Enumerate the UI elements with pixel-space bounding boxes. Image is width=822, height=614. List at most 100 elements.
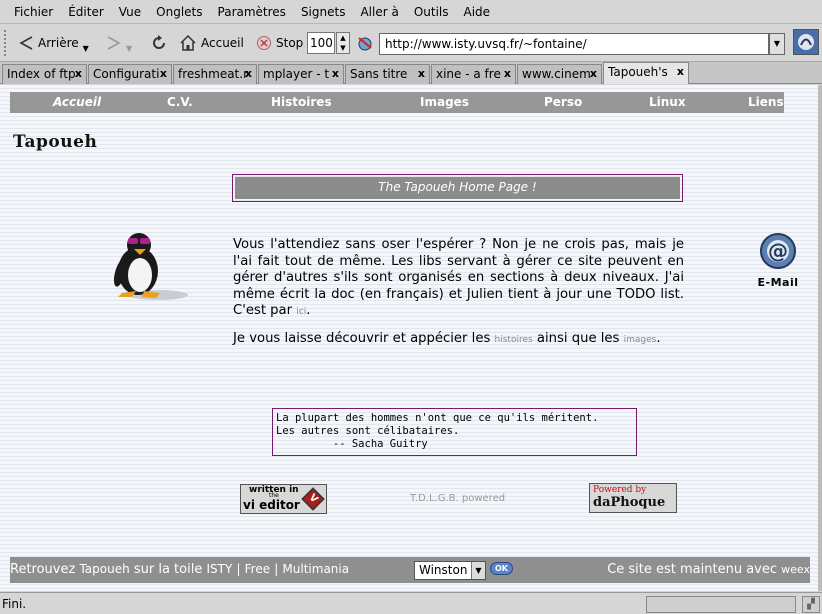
tab-label: Sans titre (350, 67, 408, 81)
email-at-icon: @ (760, 233, 796, 269)
select-dropdown-icon[interactable]: ▼ (471, 562, 485, 579)
phoque-badge-line1: Powered by (593, 485, 647, 495)
resize-grip-icon[interactable]: ▞ (802, 596, 820, 613)
menu-editer[interactable]: Éditer (68, 5, 104, 19)
url-history-dropdown-icon[interactable]: ▼ (769, 33, 785, 55)
vi-editor-badge[interactable]: written in the vi editor V (240, 484, 327, 514)
menu-fichier[interactable]: Fichier (14, 5, 53, 19)
tab-xine[interactable]: xine - a fre x (431, 64, 516, 84)
zoom-up-icon[interactable]: ▲ (337, 33, 349, 43)
intro-ici-link[interactable]: ici (296, 307, 306, 317)
quote-box: La plupart des hommes n'ont que ce qu'il… (272, 408, 637, 456)
back-history-dropdown-icon[interactable]: ▼ (83, 44, 89, 53)
footer-maintained-text: Ce site est maintenu avec (607, 562, 777, 577)
reload-button[interactable] (150, 32, 172, 54)
forward-button[interactable]: ▼ (106, 32, 132, 54)
tab-close-icon[interactable]: x (504, 65, 511, 83)
stop-button[interactable]: Stop (256, 32, 303, 54)
home-button-label: Accueil (201, 36, 244, 50)
nav-liens[interactable]: Liens (748, 95, 784, 109)
url-input[interactable]: http://www.isty.uvsq.fr/~fontaine/ (379, 33, 769, 55)
footer-weex-link[interactable]: weex (781, 563, 810, 576)
tab-label: www.cinem (522, 67, 591, 81)
intro-text: Vous l'attendiez sans oser l'espérer ? N… (233, 237, 684, 318)
page-footer: Retrouvez Tapoueh sur la toile ISTY | Fr… (10, 557, 810, 583)
menu-outils[interactable]: Outils (414, 5, 449, 19)
tab-close-icon[interactable]: x (160, 65, 167, 83)
menu-bar: Fichier Éditer Vue Onglets Paramètres Si… (0, 0, 822, 24)
nav-perso[interactable]: Perso (544, 95, 582, 109)
footer-retrouvez: Retrouvez (10, 562, 76, 577)
footer-maintained: Ce site est maintenu avec weex (607, 562, 810, 577)
tab-sans-titre[interactable]: Sans titre x (345, 64, 430, 84)
zoom-down-icon[interactable]: ▼ (337, 43, 349, 53)
menu-onglets[interactable]: Onglets (156, 5, 202, 19)
page-scrollbar-edge[interactable] (818, 85, 822, 591)
zoom-stepper[interactable]: ▲ ▼ (336, 32, 350, 54)
tab-close-icon[interactable]: x (75, 65, 82, 83)
reload-icon (153, 35, 165, 49)
images-link[interactable]: images (624, 335, 657, 345)
back-button[interactable]: Arrière ▼ (18, 32, 89, 54)
nav-histoires[interactable]: Histoires (271, 95, 332, 109)
nav-cv[interactable]: C.V. (167, 95, 193, 109)
theme-select[interactable]: Winston ▼ (414, 561, 486, 580)
tab-close-icon[interactable]: x (677, 63, 684, 81)
footer-sur-la-toile: sur la toile (133, 562, 203, 577)
tab-close-icon[interactable]: x (332, 65, 339, 83)
email-link[interactable]: @ E-Mail (750, 231, 806, 289)
discover-text-mid: ainsi que les (536, 331, 620, 346)
tab-freshmeat[interactable]: freshmeat.r x (173, 64, 257, 84)
tab-close-icon[interactable]: x (590, 65, 597, 83)
stop-button-label: Stop (276, 36, 304, 50)
home-button[interactable]: Accueil (179, 32, 244, 54)
tab-label: Tapoueh's (608, 65, 668, 79)
tab-tapouehs[interactable]: Tapoueh's x (603, 62, 689, 84)
menu-parametres[interactable]: Paramètres (218, 5, 286, 19)
home-banner: The Tapoueh Home Page ! (232, 174, 683, 202)
menu-aller-a[interactable]: Aller à (360, 5, 398, 19)
discover-end: . (656, 331, 661, 346)
footer-tapoueh: Tapoueh (79, 562, 130, 576)
tab-index-of-ftp[interactable]: Index of ftp x (2, 64, 87, 84)
tab-configuration[interactable]: Configurati x (88, 64, 172, 84)
nav-accueil[interactable]: Accueil (53, 95, 101, 109)
tab-mplayer[interactable]: mplayer - t x (258, 64, 344, 84)
footer-isty-link[interactable]: ISTY (206, 562, 232, 576)
menu-signets[interactable]: Signets (301, 5, 346, 19)
footer-multimania-link[interactable]: Multimania (282, 562, 349, 576)
navigation-toolbar: Arrière ▼ ▼ Accueil Stop 100 ▲ ▼ http://… (0, 24, 822, 62)
home-banner-text: The Tapoueh Home Page ! (235, 177, 680, 199)
nav-linux[interactable]: Linux (649, 95, 686, 109)
menu-vue[interactable]: Vue (119, 5, 141, 19)
site-title: Tapoueh (13, 132, 98, 152)
status-text: Fini. (2, 597, 27, 611)
back-arrow-icon (19, 36, 33, 50)
svg-text:@: @ (768, 239, 788, 263)
discover-text-start: Je vous laisse découvrir et appécier les (233, 331, 491, 346)
tab-cinema[interactable]: www.cinem x (517, 64, 602, 84)
theme-select-value: Winston (419, 563, 468, 577)
toolbar-grip[interactable] (4, 30, 10, 56)
histoires-link[interactable]: histoires (495, 335, 533, 345)
site-security-icon[interactable] (356, 34, 374, 55)
daphoque-badge[interactable]: Powered by daPhoque (589, 483, 677, 513)
back-button-label: Arrière (38, 36, 79, 50)
discover-paragraph: Je vous laisse découvrir et appécier les… (233, 331, 684, 349)
intro-paragraph: Vous l'attendiez sans oser l'espérer ? N… (233, 237, 684, 321)
status-progress-field (646, 596, 796, 613)
forward-history-dropdown-icon[interactable]: ▼ (126, 44, 132, 53)
footer-separator: | (236, 562, 241, 576)
tab-close-icon[interactable]: x (245, 65, 252, 83)
tab-label: freshmeat.r (178, 67, 249, 81)
tab-label: mplayer - t (263, 67, 330, 81)
footer-links: Retrouvez Tapoueh sur la toile ISTY | Fr… (10, 562, 349, 577)
nav-images[interactable]: Images (420, 95, 469, 109)
tab-close-icon[interactable]: x (418, 65, 425, 83)
menu-aide[interactable]: Aide (464, 5, 491, 19)
site-nav-bar: Accueil C.V. Histoires Images Perso Linu… (10, 92, 784, 113)
zoom-input[interactable]: 100 (307, 32, 335, 54)
forward-arrow-icon (107, 36, 121, 50)
footer-free-link[interactable]: Free (245, 562, 270, 576)
theme-ok-button[interactable]: OK (490, 562, 513, 575)
